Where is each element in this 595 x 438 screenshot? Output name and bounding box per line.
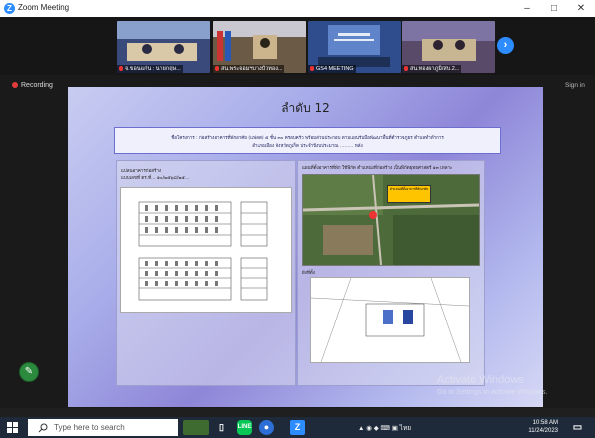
shared-screen-slide: ลำดับ 12 ชื่อโครงการ : ก่อสร้างอาคารที่พ… bbox=[68, 87, 543, 407]
participant-video-1[interactable]: จ.ขอนแก่น : นายกฤษ... bbox=[117, 21, 210, 73]
mic-muted-icon bbox=[310, 66, 314, 72]
windows-start-button[interactable] bbox=[7, 422, 18, 433]
satellite-map: ตำแหน่งที่ตั้งอาคารที่พักอาศัย bbox=[302, 174, 480, 266]
participant-video-2[interactable]: สน.พระจอมฯบางบัวทอง... bbox=[213, 21, 306, 73]
site-map-panel: แผนที่ตั้งอาคารที่พัก ใช้พิกัด ตำแหน่งที… bbox=[297, 160, 485, 386]
title-bar: Z Zoom Meeting – □ ✕ bbox=[0, 0, 595, 17]
notifications-icon[interactable]: ▭ bbox=[570, 420, 585, 435]
search-icon bbox=[38, 423, 48, 433]
activate-windows-title: Activate Windows bbox=[437, 374, 524, 386]
project-line-2: อำเภอเมือง จังหวัดภูเก็ต ประจำปีงบประมาณ… bbox=[252, 144, 363, 149]
system-tray[interactable]: ▲ ◉ ◆ ⌨ ▣ ไทย bbox=[358, 423, 411, 433]
task-view-icon[interactable]: ▯ bbox=[214, 420, 229, 435]
building-plan-caption: แปลนอาคารก่อสร้าง bbox=[121, 169, 162, 174]
elevation-drawing bbox=[120, 187, 292, 313]
participant-strip: จ.ขอนแก่น : นายกฤษ... สน.พระจอมฯบางบัวทอ… bbox=[0, 17, 595, 75]
sign-in-link[interactable]: Sign in bbox=[565, 82, 585, 89]
building-plan-panel: แปลนอาคารก่อสร้าง แบบเลขที่ ตร.ที่… ๑๐/๒… bbox=[116, 160, 296, 386]
participant-name: จ.ขอนแก่น : นายกฤษ... bbox=[117, 65, 183, 73]
clock-date: 11/24/2023 bbox=[528, 428, 558, 434]
participant-video-4[interactable]: สน.ทองผาภูมิ/สบ.2... bbox=[402, 21, 495, 73]
minimize-button[interactable]: – bbox=[516, 1, 538, 16]
participant-name: สน.พระจอมฯบางบัวทอง... bbox=[213, 65, 285, 73]
mic-muted-icon bbox=[119, 66, 123, 72]
record-dot-icon bbox=[12, 82, 18, 88]
line-app-icon[interactable]: LINE bbox=[237, 420, 252, 435]
site-plan-image bbox=[310, 277, 470, 363]
site-plan-drawing bbox=[310, 277, 470, 363]
meeting-area: จ.ขอนแก่น : นายกฤษ... สน.พระจอมฯบางบัวทอ… bbox=[0, 17, 595, 408]
maximize-button[interactable]: □ bbox=[543, 1, 565, 16]
taskbar: Type here to search ▯ LINE ● Z ▲ ◉ ◆ ⌨ ▣… bbox=[0, 417, 595, 438]
weather-widget-icon[interactable] bbox=[183, 420, 209, 435]
site-plan-caption: ผังที่ตั้ง bbox=[302, 271, 315, 276]
next-participants-button[interactable]: › bbox=[497, 37, 514, 54]
close-button[interactable]: ✕ bbox=[570, 1, 592, 16]
slide-title: ลำดับ 12 bbox=[281, 101, 330, 115]
activate-windows-subtitle: Go to Settings to activate Windows. bbox=[437, 389, 548, 396]
project-info-box: ชื่อโครงการ : ก่อสร้างอาคารที่พักอาศัย (… bbox=[114, 127, 501, 154]
project-line-1: ชื่อโครงการ : ก่อสร้างอาคารที่พักอาศัย (… bbox=[171, 136, 444, 141]
map-location-tag: ตำแหน่งที่ตั้งอาคารที่พักอาศัย bbox=[387, 185, 431, 203]
mic-muted-icon bbox=[215, 66, 219, 72]
participant-name: สน.ทองผาภูมิ/สบ.2... bbox=[402, 65, 462, 73]
zoom-app-icon[interactable]: Z bbox=[290, 420, 305, 435]
elevation-drawing-image bbox=[138, 201, 268, 301]
chrome-browser-icon[interactable]: ● bbox=[259, 420, 274, 435]
participant-name: GS4 MEETING bbox=[308, 65, 356, 73]
taskbar-clock[interactable]: 10:58 AM 11/24/2023 bbox=[528, 419, 558, 435]
participant-video-3[interactable]: GS4 MEETING bbox=[308, 21, 401, 73]
taskbar-search-input[interactable]: Type here to search bbox=[28, 419, 178, 436]
mic-muted-icon bbox=[404, 66, 408, 72]
annotate-pencil-button[interactable]: ✎ bbox=[19, 362, 39, 382]
search-placeholder: Type here to search bbox=[54, 423, 125, 432]
zoom-logo-icon: Z bbox=[4, 3, 15, 14]
building-plan-number: แบบเลขที่ ตร.ที่… ๑๐/๒๕๖๘/๒๕… bbox=[121, 176, 190, 181]
site-map-caption: แผนที่ตั้งอาคารที่พัก ใช้พิกัด ตำแหน่งที… bbox=[302, 166, 453, 171]
clock-time: 10:58 AM bbox=[532, 420, 558, 426]
window-title: Zoom Meeting bbox=[18, 3, 70, 12]
recording-indicator[interactable]: Recording bbox=[12, 82, 53, 89]
